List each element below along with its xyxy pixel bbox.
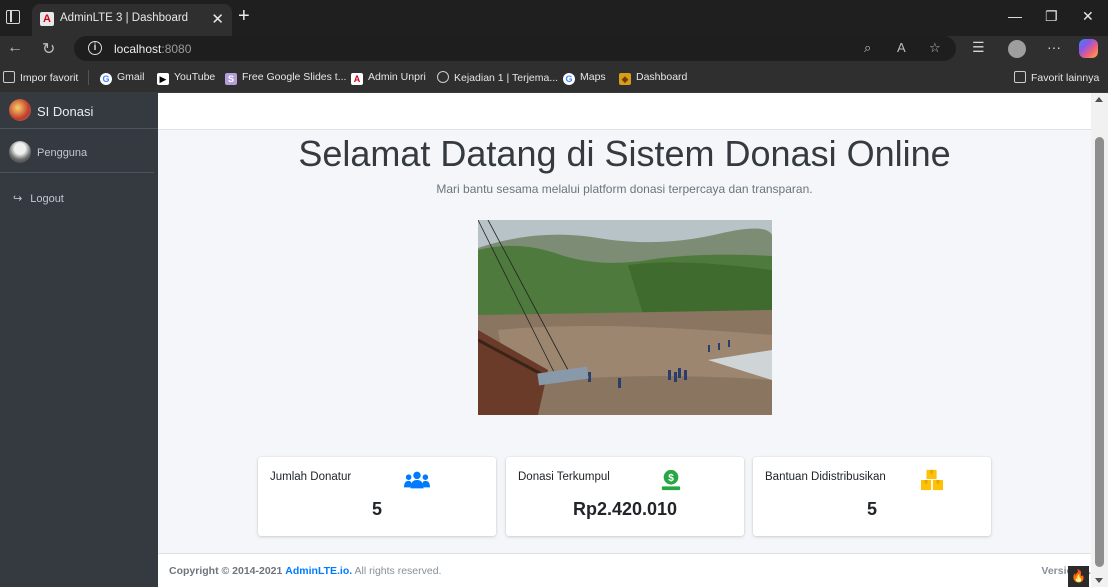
address-bar[interactable]: i localhost:8080 ⌕ A ☆ (74, 36, 956, 61)
top-navbar (158, 93, 1091, 130)
url-port: :8080 (161, 42, 192, 56)
bookmark-label: Admin Unpri (368, 71, 426, 83)
slides-icon: S (225, 73, 237, 85)
users-icon (404, 471, 430, 489)
other-favorites-label: Favorit lainnya (1031, 72, 1100, 84)
tab-title: AdminLTE 3 | Dashboard (60, 12, 189, 24)
favorites-icon[interactable]: ☰ (972, 39, 985, 56)
card-label: Jumlah Donatur (270, 471, 352, 483)
more-icon[interactable]: ··· (1047, 39, 1061, 55)
bookmark-label: Maps (580, 71, 606, 83)
brand-link[interactable]: SI Donasi (0, 93, 158, 129)
bookmark-kejadian[interactable]: Kejadian 1 | Terjema... (437, 71, 558, 84)
boxes-icon (921, 469, 943, 491)
main-footer: Copyright © 2014-2021 AdminLTE.io. All r… (158, 553, 1091, 587)
favorite-star-icon[interactable]: ☆ (929, 40, 941, 56)
scroll-up-icon[interactable] (1095, 97, 1103, 102)
flood-photo (478, 220, 772, 415)
youtube-icon: ▶ (157, 73, 169, 85)
zoom-icon[interactable]: ⌕ (864, 40, 871, 56)
bookmark-admin-unpri[interactable]: A Admin Unpri (351, 71, 426, 85)
import-icon (3, 71, 15, 83)
folder-icon (1014, 71, 1026, 83)
scroll-down-icon[interactable] (1095, 578, 1103, 583)
copyright-text: Copyright © 2014-2021 (169, 565, 283, 577)
bookmark-label: Dashboard (636, 71, 688, 83)
user-panel[interactable]: Pengguna (0, 137, 154, 173)
url-host: localhost (114, 42, 162, 56)
window-close-icon[interactable]: ✕ (1082, 8, 1094, 25)
bookmark-label: YouTube (174, 71, 216, 83)
address-bar-row: ← ↻ i localhost:8080 ⌕ A ☆ ☰ ··· (0, 36, 1108, 62)
bookmark-youtube[interactable]: ▶ YouTube (157, 71, 215, 85)
scroll-thumb[interactable] (1095, 137, 1104, 567)
page-title: Selamat Datang di Sistem Donasi Online (298, 133, 951, 174)
bookmark-dashboard[interactable]: ◆ Dashboard (619, 71, 687, 85)
card-value: 5 (866, 499, 877, 519)
copilot-icon[interactable] (1079, 39, 1098, 58)
rights-text: All rights reserved. (354, 565, 442, 577)
profile-icon[interactable] (1008, 40, 1026, 58)
stat-card-bantuan: Bantuan Didistribusikan 5 (753, 457, 991, 536)
avatar (9, 141, 31, 163)
site-info-icon[interactable]: i (88, 41, 102, 55)
globe-icon (437, 71, 449, 83)
bookmark-separator (88, 70, 89, 85)
page-subtitle: Mari bantu sesama melalui platform donas… (436, 182, 813, 196)
adminlte-favicon-icon: A (40, 12, 54, 26)
bookmark-import[interactable]: Impor favorit (3, 71, 78, 84)
card-label: Donasi Terkumpul (518, 471, 610, 483)
svg-text:$: $ (668, 473, 674, 484)
sign-out-icon: ↪ (13, 193, 23, 205)
url-text[interactable]: localhost:8080 (114, 42, 191, 56)
card-label: Bantuan Didistribusikan (765, 471, 886, 483)
scrollbar[interactable] (1091, 93, 1108, 587)
bookmark-label: Kejadian 1 | Terjema... (454, 72, 559, 84)
stat-card-donasi: Donasi Terkumpul $ Rp2.420.010 (506, 457, 744, 536)
brand-text: SI Donasi (37, 104, 94, 119)
money-hand-icon: $ (661, 469, 681, 491)
close-icon[interactable]: ✕ (211, 10, 224, 28)
logout-link[interactable]: ↪ Logout (13, 192, 64, 205)
logout-label: Logout (30, 193, 64, 205)
bookmarks-bar: Impor favorit G Gmail ▶ YouTube S Free Goog… (0, 62, 1108, 93)
bookmark-gmail[interactable]: G Gmail (100, 71, 144, 85)
bookmark-label: Gmail (117, 71, 145, 83)
content-wrapper: Selamat Datang di Sistem Donasi Online M… (158, 93, 1091, 587)
google-icon: G (563, 73, 575, 85)
minimize-icon[interactable]: — (1008, 8, 1022, 24)
stat-card-donatur: Jumlah Donatur 5 (258, 457, 496, 536)
sidebar: SI Donasi Pengguna ↪ Logout (0, 93, 158, 587)
card-value: 5 (371, 499, 382, 519)
restore-icon[interactable]: ❐ (1045, 8, 1058, 25)
back-icon[interactable]: ← (7, 39, 23, 57)
tab-dashboard[interactable]: A AdminLTE 3 | Dashboard ✕ (32, 4, 232, 36)
bookmark-label: Impor favorit (20, 72, 79, 84)
google-icon: G (100, 73, 112, 85)
brand-logo (9, 99, 31, 121)
new-tab-icon[interactable]: + (238, 5, 250, 28)
refresh-icon[interactable]: ↻ (42, 39, 55, 59)
user-name: Pengguna (37, 147, 88, 159)
adminlte-icon: A (351, 73, 363, 85)
read-aloud-icon[interactable]: A (897, 40, 906, 55)
bookmark-maps[interactable]: G Maps (563, 71, 606, 85)
adminlte-link[interactable]: AdminLTE.io. (285, 565, 352, 577)
flame-icon: 🔥 (1068, 566, 1089, 587)
other-favorites[interactable]: Favorit lainnya (1014, 71, 1099, 84)
dashboard-icon: ◆ (619, 73, 631, 85)
tab-actions-icon[interactable] (6, 10, 20, 24)
footer-copyright: Copyright © 2014-2021 AdminLTE.io. All r… (169, 565, 441, 577)
card-value: Rp2.420.010 (572, 499, 678, 519)
hero-image (478, 220, 772, 415)
bookmark-slides[interactable]: S Free Google Slides t... (225, 71, 346, 85)
bookmark-label: Free Google Slides t... (242, 71, 347, 83)
browser-tab-bar: A AdminLTE 3 | Dashboard ✕ + — ❐ ✕ (0, 0, 1108, 36)
